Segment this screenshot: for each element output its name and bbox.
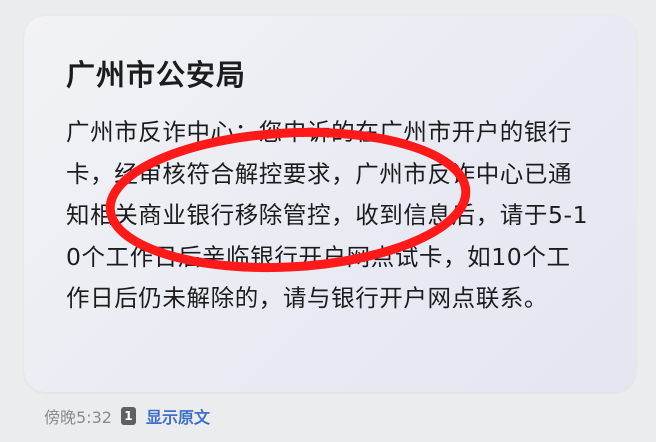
sim-slot-icon: 1: [120, 407, 136, 425]
message-footer: 傍晚5:32 1 显示原文: [44, 404, 210, 428]
timestamp: 傍晚5:32: [44, 408, 112, 427]
sms-message-card[interactable]: 广州市公安局 广州市反诈中心：您申诉的在广州市开户的银行卡，经审核符合解控要求，…: [24, 16, 636, 392]
show-original-link[interactable]: 显示原文: [146, 404, 210, 428]
message-body: 广州市反诈中心：您申诉的在广州市开户的银行卡，经审核符合解控要求，广州市反诈中心…: [66, 118, 589, 312]
sender-title: 广州市公安局: [66, 58, 247, 92]
